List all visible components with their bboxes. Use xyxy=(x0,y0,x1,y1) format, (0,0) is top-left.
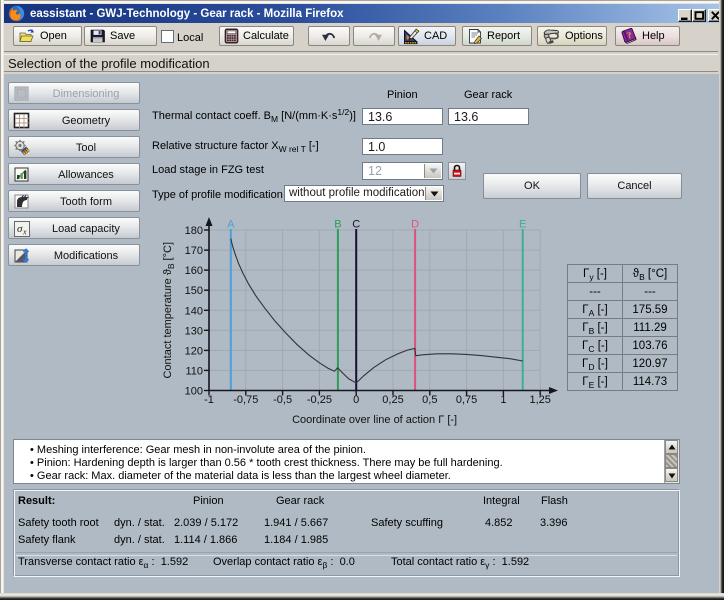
svg-text:1,25: 1,25 xyxy=(529,394,550,406)
svg-text:E: E xyxy=(519,219,526,231)
svg-text:A: A xyxy=(227,219,235,231)
svg-text:x: x xyxy=(22,228,27,237)
svg-text:D: D xyxy=(411,219,419,231)
svg-text:100: 100 xyxy=(185,386,203,398)
svg-text:180: 180 xyxy=(185,225,203,237)
svg-text:-0,25: -0,25 xyxy=(307,394,332,406)
svg-text:140: 140 xyxy=(185,305,203,317)
svg-text:0: 0 xyxy=(353,394,359,406)
svg-text:0,5: 0,5 xyxy=(422,394,437,406)
svg-text:C: C xyxy=(352,219,360,231)
svg-text:B: B xyxy=(334,219,341,231)
svg-text:1: 1 xyxy=(500,394,506,406)
svg-text:110: 110 xyxy=(185,365,203,377)
svg-text:160: 160 xyxy=(185,265,203,277)
svg-text:0,25: 0,25 xyxy=(382,394,403,406)
svg-text:Contact temperature ϑB [°C]: Contact temperature ϑB [°C] xyxy=(162,242,176,379)
svg-text:150: 150 xyxy=(185,285,203,297)
svg-text:Coordinate over line of action: Coordinate over line of action Γ [-] xyxy=(292,414,457,426)
svg-text:0,75: 0,75 xyxy=(456,394,477,406)
svg-text:-0,5: -0,5 xyxy=(273,394,292,406)
svg-text:-0,75: -0,75 xyxy=(233,394,258,406)
svg-text:170: 170 xyxy=(185,245,203,257)
svg-text:130: 130 xyxy=(185,325,203,337)
svg-text:-1: -1 xyxy=(204,394,214,406)
svg-text:120: 120 xyxy=(185,345,203,357)
